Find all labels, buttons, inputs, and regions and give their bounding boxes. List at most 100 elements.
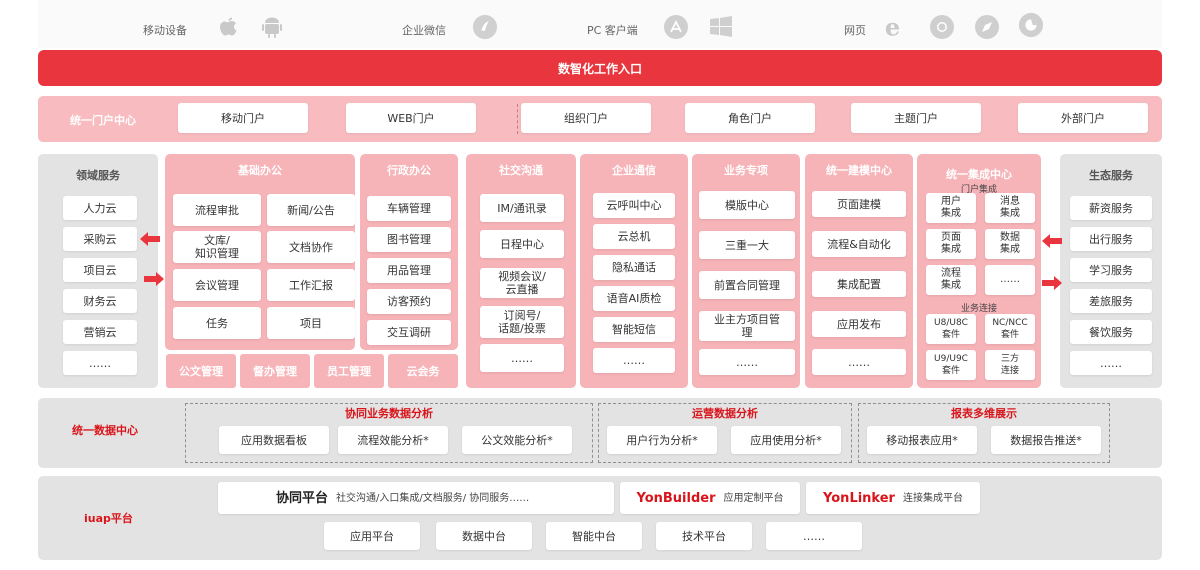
eco-service-item[interactable]: …… bbox=[1070, 351, 1152, 375]
basic-office-item[interactable]: 流程审批 bbox=[173, 194, 261, 226]
portal-integration-item[interactable]: 页面 集成 bbox=[926, 229, 976, 259]
domain-service-item[interactable]: 人力云 bbox=[63, 196, 137, 220]
business-connection-item[interactable]: U9/U9C 套件 bbox=[926, 350, 976, 380]
enterprise-comm-item[interactable]: 云总机 bbox=[593, 224, 675, 249]
iuap-platform-item[interactable]: 技术平台 bbox=[656, 522, 752, 550]
portal-item[interactable]: 组织门户 bbox=[521, 103, 651, 133]
modeling-center-item[interactable]: …… bbox=[812, 349, 906, 375]
modeling-center-item[interactable]: 集成配置 bbox=[812, 271, 906, 297]
modeling-center-item[interactable]: 流程&自动化 bbox=[812, 231, 906, 257]
basic-office-item[interactable]: 文库/ 知识管理 bbox=[173, 231, 261, 263]
collab-analysis-item[interactable]: 应用数据看板 bbox=[219, 426, 329, 454]
modeling-center-item[interactable]: 页面建模 bbox=[812, 191, 906, 217]
domain-service-title: 领域服务 bbox=[76, 169, 120, 182]
eco-service-item[interactable]: 出行服务 bbox=[1070, 227, 1152, 251]
social-item[interactable]: 视频会议/ 云直播 bbox=[480, 268, 564, 298]
iuap-platform-item[interactable]: 数据中台 bbox=[436, 522, 532, 550]
web-label: 网页 bbox=[844, 24, 866, 37]
business-special-item[interactable]: 业主方项目管 理 bbox=[699, 311, 795, 341]
basic-office-item[interactable]: 新闻/公告 bbox=[267, 194, 355, 226]
office-strip-item[interactable]: 云会务 bbox=[388, 354, 458, 388]
domain-service-item[interactable]: 项目云 bbox=[63, 258, 137, 282]
operation-analysis-title: 运营数据分析 bbox=[692, 407, 758, 420]
portal-item[interactable]: 移动门户 bbox=[178, 103, 308, 133]
admin-office-title: 行政办公 bbox=[387, 164, 431, 177]
collab-platform-card[interactable]: 协同平台 社交沟通/入口集成/文档服务/ 协同服务…… bbox=[218, 482, 614, 514]
yonlinker-desc: 连接集成平台 bbox=[902, 492, 963, 504]
eco-service-item[interactable]: 餐饮服务 bbox=[1070, 320, 1152, 344]
office-strip-item[interactable]: 公文管理 bbox=[166, 354, 236, 388]
iuap-platform-item[interactable]: 智能中台 bbox=[546, 522, 642, 550]
collab-analysis-item[interactable]: 公文效能分析* bbox=[462, 426, 572, 454]
business-special-item[interactable]: 前置合同管理 bbox=[699, 271, 795, 299]
business-special-item[interactable]: …… bbox=[699, 349, 795, 375]
enterprise-comm-item[interactable]: 语音AI质检 bbox=[593, 286, 675, 311]
portal-item[interactable]: 外部门户 bbox=[1018, 103, 1148, 133]
admin-office-item[interactable]: 用品管理 bbox=[367, 258, 451, 283]
business-special-item[interactable]: 三重一大 bbox=[699, 231, 795, 259]
app-store-icon bbox=[663, 14, 689, 40]
eco-service-title: 生态服务 bbox=[1089, 169, 1133, 182]
mobile-device-label: 移动设备 bbox=[143, 24, 187, 37]
portal-integration-item[interactable]: 流程 集成 bbox=[926, 265, 976, 295]
social-item[interactable]: 日程中心 bbox=[480, 230, 564, 258]
eco-service-item[interactable]: 薪资服务 bbox=[1070, 196, 1152, 220]
office-strip-item[interactable]: 员工管理 bbox=[314, 354, 384, 388]
integration-center-title: 统一集成中心 bbox=[946, 168, 1012, 181]
basic-office-item[interactable]: 文档协作 bbox=[267, 231, 355, 263]
office-strip-item[interactable]: 督办管理 bbox=[240, 354, 310, 388]
operation-analysis-item[interactable]: 应用使用分析* bbox=[731, 426, 841, 454]
domain-service-item[interactable]: 营销云 bbox=[63, 320, 137, 344]
portal-integration-item[interactable]: 用户 集成 bbox=[926, 193, 976, 223]
admin-office-item[interactable]: 访客预约 bbox=[367, 289, 451, 314]
social-item[interactable]: IM/通讯录 bbox=[480, 194, 564, 222]
portal-item[interactable]: WEB门户 bbox=[346, 103, 476, 133]
iuap-platform-item[interactable]: …… bbox=[766, 522, 862, 550]
enterprise-comm-item[interactable]: 隐私通话 bbox=[593, 255, 675, 280]
collab-platform-desc: 社交沟通/入口集成/文档服务/ 协同服务…… bbox=[336, 492, 530, 504]
basic-office-item[interactable]: 项目 bbox=[267, 307, 355, 339]
social-item[interactable]: …… bbox=[480, 344, 564, 372]
report-display-item[interactable]: 移动报表应用* bbox=[867, 426, 977, 454]
chrome-icon bbox=[929, 14, 955, 40]
portal-center-label: 统一门户中心 bbox=[70, 114, 136, 127]
report-display-item[interactable]: 数据报告推送* bbox=[991, 426, 1101, 454]
arrow-right-eco-out bbox=[1042, 276, 1062, 293]
basic-office-item[interactable]: 会议管理 bbox=[173, 269, 261, 301]
domain-service-item[interactable]: 财务云 bbox=[63, 289, 137, 313]
modeling-center-title: 统一建模中心 bbox=[826, 164, 892, 177]
enterprise-comm-item[interactable]: 云呼叫中心 bbox=[593, 193, 675, 218]
domain-service-item[interactable]: 采购云 bbox=[63, 227, 137, 251]
enterprise-comm-item[interactable]: …… bbox=[593, 348, 675, 373]
admin-office-item[interactable]: 交互调研 bbox=[367, 320, 451, 345]
portal-integration-item[interactable]: …… bbox=[985, 265, 1035, 295]
yonbuilder-card[interactable]: YonBuilder 应用定制平台 bbox=[620, 482, 800, 514]
eco-service-item[interactable]: 学习服务 bbox=[1070, 258, 1152, 282]
business-special-item[interactable]: 模版中心 bbox=[699, 191, 795, 219]
business-connection-item[interactable]: NC/NCC 套件 bbox=[985, 314, 1035, 344]
portal-integration-item[interactable]: 消息 集成 bbox=[985, 193, 1035, 223]
basic-office-item[interactable]: 任务 bbox=[173, 307, 261, 339]
modeling-center-item[interactable]: 应用发布 bbox=[812, 311, 906, 337]
digital-work-entry-bar[interactable]: 数智化工作入口 bbox=[38, 50, 1162, 86]
basic-office-item[interactable]: 工作汇报 bbox=[267, 269, 355, 301]
iuap-platform-item[interactable]: 应用平台 bbox=[324, 522, 420, 550]
yonlinker-card[interactable]: YonLinker 连接集成平台 bbox=[806, 482, 980, 514]
domain-service-item[interactable]: …… bbox=[63, 351, 137, 375]
portal-integration-item[interactable]: 数据 集成 bbox=[985, 229, 1035, 259]
enterprise-comm-item[interactable]: 智能短信 bbox=[593, 317, 675, 342]
eco-service-item[interactable]: 差旅服务 bbox=[1070, 289, 1152, 313]
admin-office-item[interactable]: 车辆管理 bbox=[367, 196, 451, 221]
entry-title: 数智化工作入口 bbox=[557, 61, 642, 76]
arrow-right-domain-in bbox=[144, 272, 164, 289]
enterprise-comm-title: 企业通信 bbox=[612, 164, 656, 177]
business-connection-subtitle: 业务连接 bbox=[960, 304, 997, 314]
operation-analysis-item[interactable]: 用户行为分析* bbox=[607, 426, 717, 454]
admin-office-item[interactable]: 图书管理 bbox=[367, 227, 451, 252]
portal-item[interactable]: 主题门户 bbox=[851, 103, 981, 133]
business-connection-item[interactable]: U8/U8C 套件 bbox=[926, 314, 976, 344]
portal-item[interactable]: 角色门户 bbox=[685, 103, 815, 133]
business-connection-item[interactable]: 三方 连接 bbox=[985, 350, 1035, 380]
collab-analysis-item[interactable]: 流程效能分析* bbox=[338, 426, 448, 454]
social-item[interactable]: 订阅号/ 话题/投票 bbox=[480, 306, 564, 338]
